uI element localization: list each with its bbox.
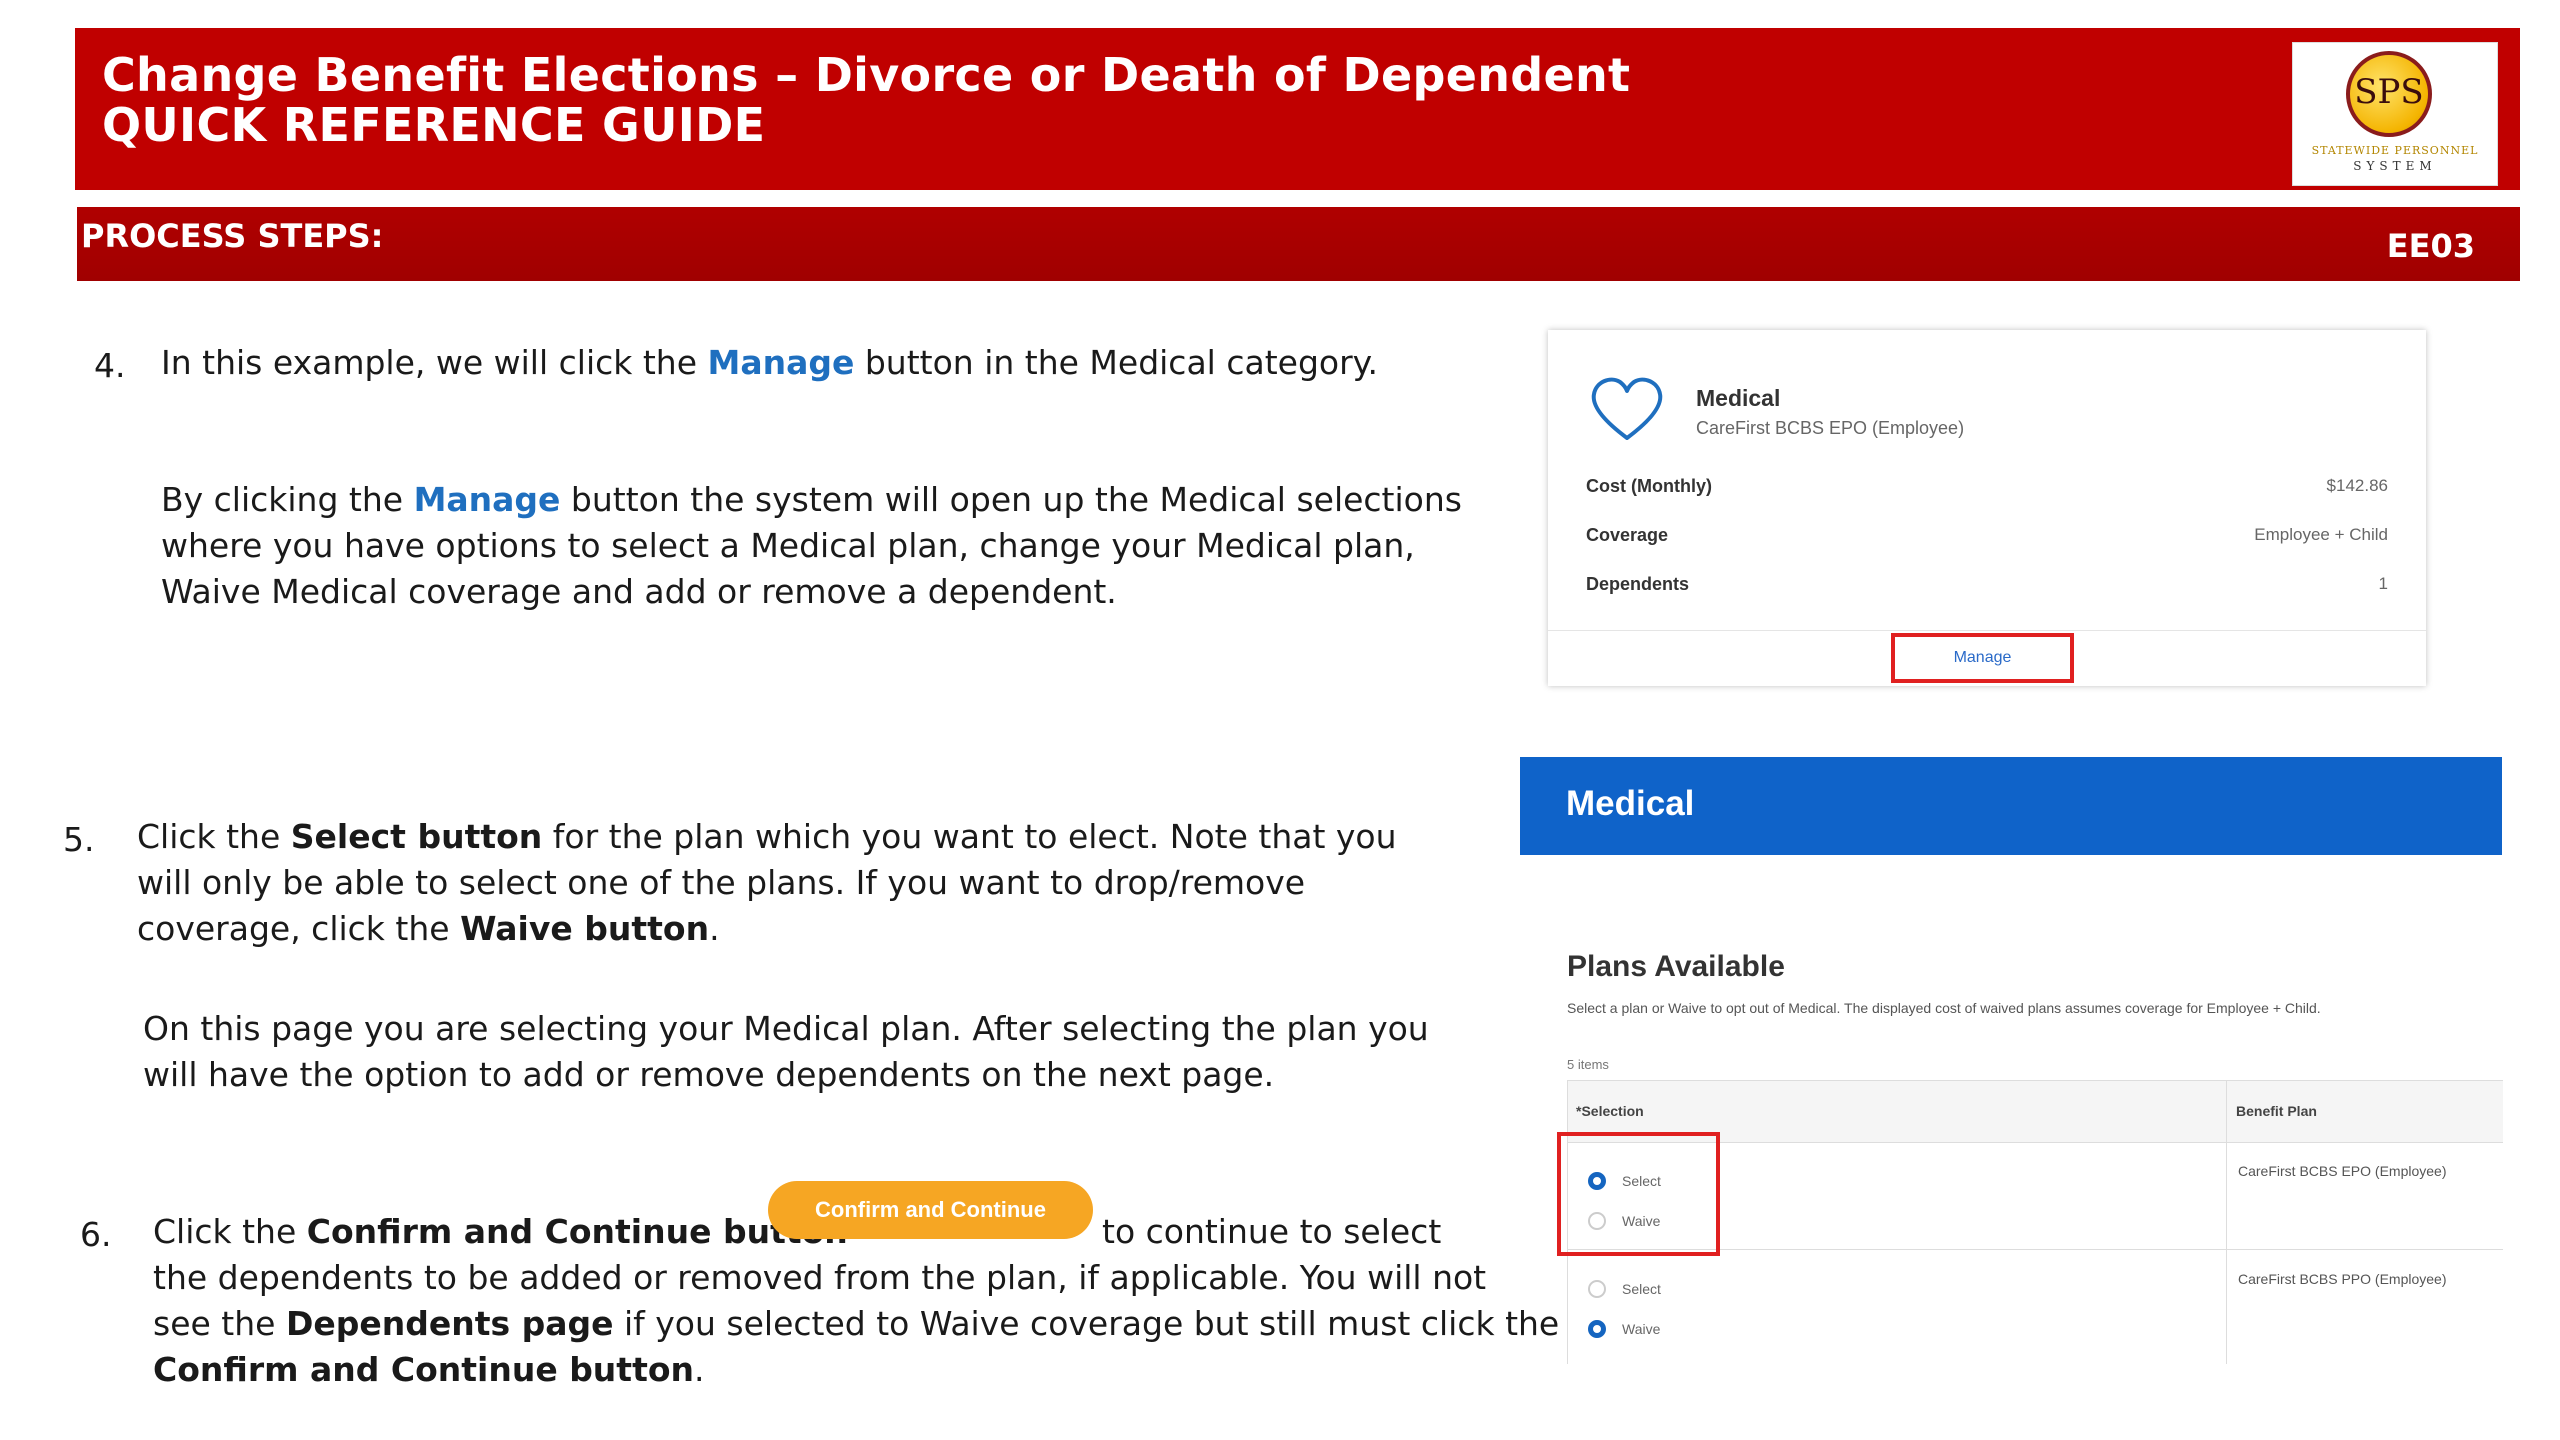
plans-available-title: Plans Available [1567, 950, 1785, 983]
medical-page-header: Medical [1520, 757, 2502, 855]
sps-logo: SPS STATEWIDE PERSONNEL SYSTEM [2292, 42, 2498, 186]
confirm-and-continue-button[interactable]: Confirm and Continue [768, 1181, 1093, 1239]
plan-name-row-2: CareFirst BCBS PPO (Employee) [2238, 1271, 2447, 1287]
step-6-text: . [694, 1350, 705, 1389]
step-6-text: Click the [153, 1212, 307, 1251]
step-4-text: button the system will open up the Medic… [560, 480, 1462, 519]
manage-term: Manage [707, 343, 855, 382]
medical-benefit-card: Medical CareFirst BCBS EPO (Employee) Co… [1548, 330, 2426, 686]
step-5-note: On this page you are selecting your Medi… [143, 1006, 1429, 1098]
step-5-text: will only be able to select one of the p… [137, 863, 1306, 902]
card-plan-name: CareFirst BCBS EPO (Employee) [1696, 418, 1965, 438]
step-4-text: In this example, we will click the [161, 343, 708, 382]
benefit-plan-column-header: Benefit Plan [2236, 1103, 2317, 1119]
process-steps-bar: PROCESS STEPS: EE03 [77, 207, 2520, 281]
waive-label-row-2: Waive [1622, 1321, 1661, 1337]
sps-logo-line2: SYSTEM [2353, 159, 2437, 173]
process-steps-label: PROCESS STEPS: [81, 217, 384, 255]
step-4-number: 4. [94, 346, 126, 385]
step-5-paragraph: Click the Select button for the plan whi… [137, 814, 1397, 952]
dependents-label: Dependents [1586, 574, 1690, 594]
selection-highlight-box [1557, 1132, 1720, 1256]
step-6-line1: Click the Confirm and Continue button [153, 1209, 848, 1255]
select-label-row-2: Select [1622, 1281, 1661, 1297]
medical-page-title: Medical [1566, 784, 1695, 823]
dependents-page-term: Dependents page [285, 1304, 614, 1343]
step-4-paragraph: By clicking the Manage button the system… [161, 477, 1462, 615]
step-5-text: will have the option to add or remove de… [143, 1055, 1275, 1094]
step-6-line1-tail: to continue to select [1102, 1212, 1442, 1251]
step-4-text: button in the Medical category. [854, 343, 1378, 382]
step-6-rest: the dependents to be added or removed fr… [153, 1255, 1559, 1393]
step-5-text: coverage, click the [137, 909, 461, 948]
step-4-line1: In this example, we will click the Manag… [161, 340, 1378, 386]
coverage-label: Coverage [1586, 525, 1669, 545]
plan-name-row-1: CareFirst BCBS EPO (Employee) [2238, 1163, 2447, 1179]
card-title: Medical [1696, 385, 1781, 411]
select-radio-row-2[interactable] [1588, 1280, 1606, 1298]
waive-radio-row-2[interactable] [1588, 1320, 1606, 1338]
step-4-text: where you have options to select a Medic… [161, 526, 1415, 565]
step-5-text: for the plan which you want to elect. No… [542, 817, 1397, 856]
column-divider [2226, 1081, 2227, 1364]
cost-label: Cost (Monthly) [1586, 476, 1712, 496]
plans-description: Select a plan or Waive to opt out of Med… [1567, 1000, 2321, 1016]
waive-button-term: Waive button [460, 909, 710, 948]
confirm-button-term: Confirm and Continue button [306, 1212, 848, 1251]
confirm-button-term: Confirm and Continue button [153, 1350, 695, 1389]
sps-logo-line1: STATEWIDE PERSONNEL [2311, 144, 2479, 157]
selection-column-header: *Selection [1576, 1103, 1644, 1119]
step-4-text: Waive Medical coverage and add or remove… [161, 572, 1117, 611]
guide-subtitle: QUICK REFERENCE GUIDE [102, 98, 766, 152]
step-6-text: if you selected to Waive coverage but st… [613, 1304, 1560, 1343]
document-code: EE03 [2386, 227, 2475, 265]
step-5-text: On this page you are selecting your Medi… [143, 1009, 1429, 1048]
step-5-number: 5. [63, 820, 95, 859]
cost-value: $142.86 [2326, 476, 2388, 495]
guide-title: Change Benefit Elections – Divorce or De… [102, 48, 1631, 102]
step-6-text: see the [153, 1304, 286, 1343]
heart-icon [1591, 377, 1663, 440]
card-divider [1548, 630, 2426, 631]
manage-button[interactable]: Manage [1891, 633, 2074, 683]
step-6-number: 6. [80, 1215, 112, 1254]
sps-logo-emblem: SPS [2346, 51, 2432, 137]
coverage-value: Employee + Child [2254, 525, 2388, 544]
manage-term: Manage [413, 480, 561, 519]
step-5-text: Click the [137, 817, 291, 856]
step-4-text: By clicking the [161, 480, 414, 519]
select-button-term: Select button [290, 817, 543, 856]
items-count: 5 items [1567, 1057, 1609, 1072]
step-5-text: . [709, 909, 720, 948]
dependents-value: 1 [2378, 574, 2388, 593]
guide-header-banner: Change Benefit Elections – Divorce or De… [75, 28, 2520, 190]
step-6-text: the dependents to be added or removed fr… [153, 1258, 1487, 1297]
